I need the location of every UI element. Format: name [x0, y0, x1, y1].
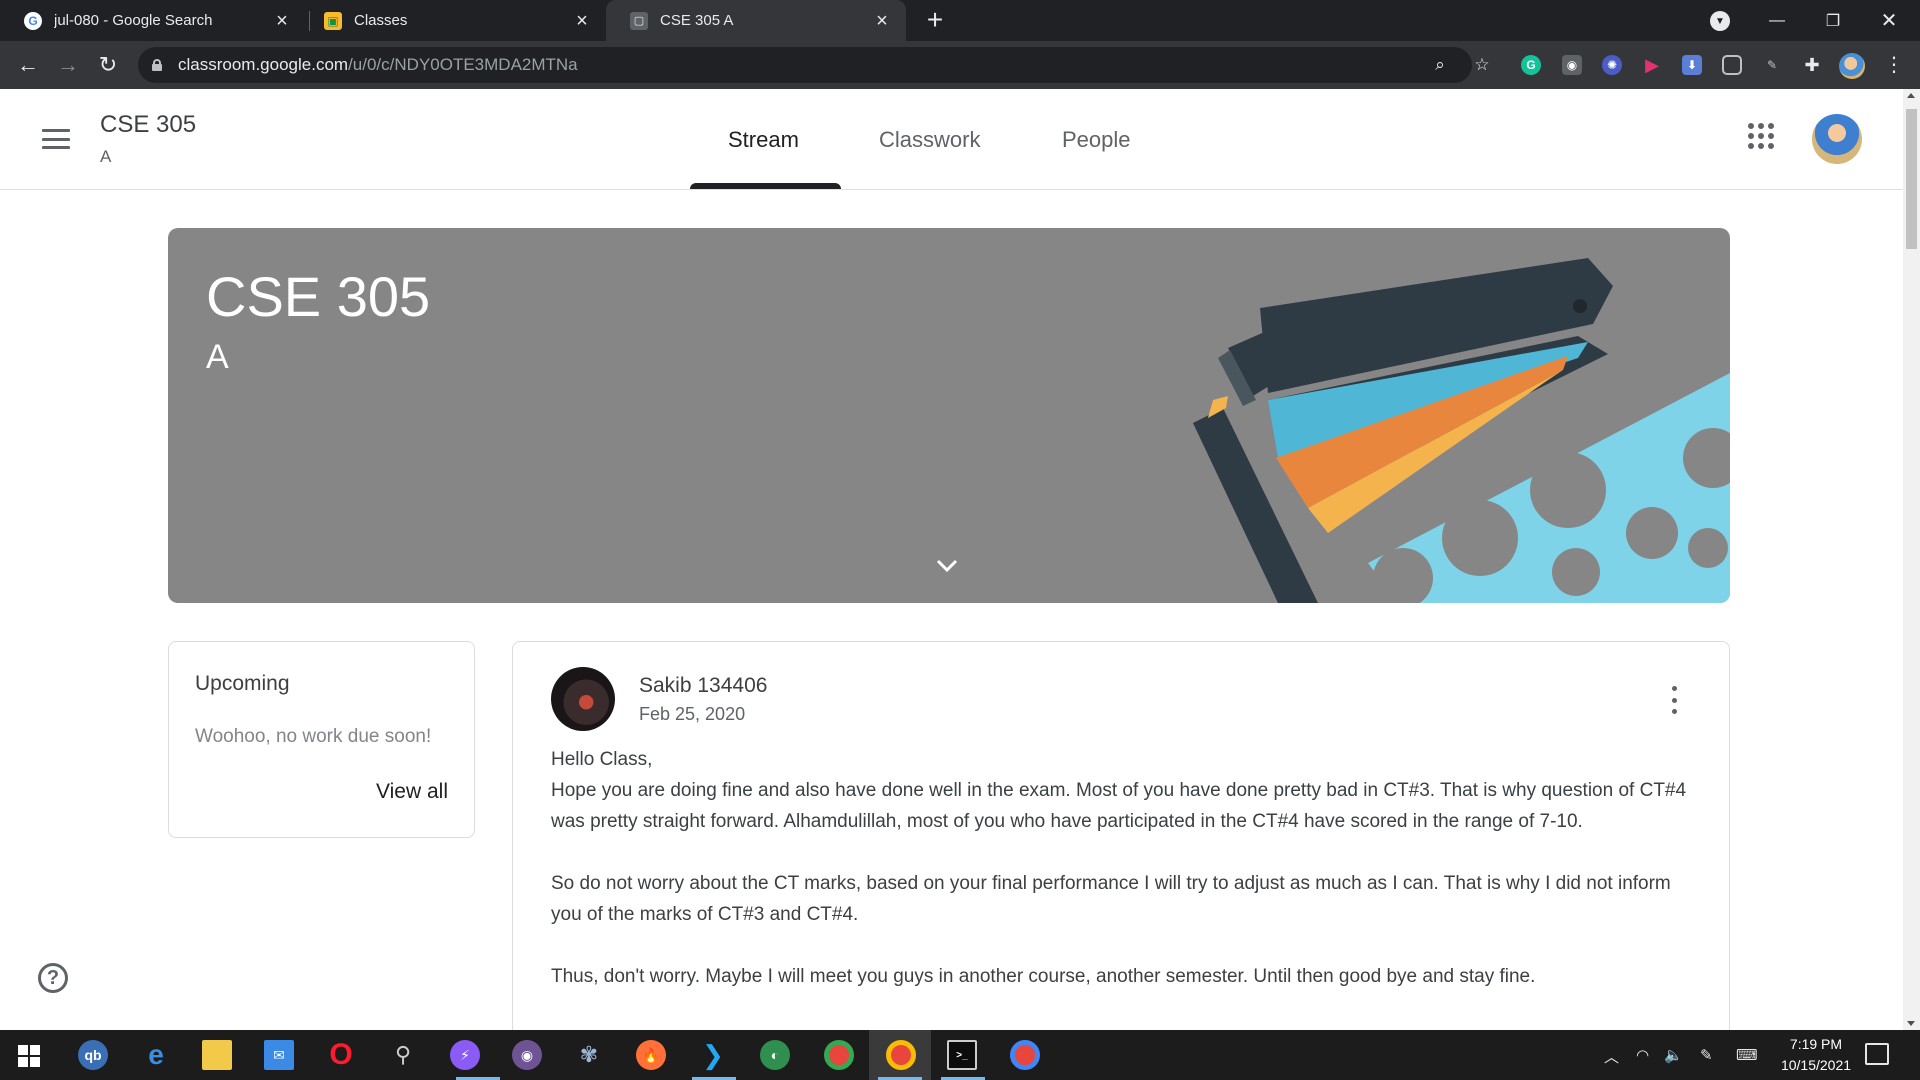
tab-stream[interactable]: Stream: [728, 127, 799, 153]
scrollbar-thumb[interactable]: [1906, 109, 1917, 249]
tab-title: Classes: [354, 12, 408, 29]
play-extension-icon[interactable]: ▶: [1642, 55, 1662, 75]
app-bar-class-name[interactable]: CSE 305: [100, 111, 196, 139]
close-icon[interactable]: ×: [272, 11, 292, 31]
browser-menu-icon[interactable]: ⋮: [1882, 53, 1906, 77]
restore-button[interactable]: ❐: [1805, 0, 1861, 41]
download-extension-icon[interactable]: ⬇: [1682, 55, 1702, 75]
qbittorrent-icon[interactable]: qb: [78, 1040, 108, 1070]
pinwheel-app-icon[interactable]: ✾: [574, 1040, 604, 1070]
system-clock[interactable]: 7:19 PM 10/15/2021: [1766, 1034, 1866, 1076]
classroom-page: CSE 305 A Stream Classwork People CSE 30…: [0, 89, 1903, 1030]
browser-tab-strip: G jul-080 - Google Search × ▣ Classes × …: [0, 0, 1920, 41]
chrome-active-icon[interactable]: [886, 1040, 916, 1070]
banner-section: A: [206, 338, 229, 376]
close-window-button[interactable]: ✕: [1861, 0, 1917, 41]
clock-date: 10/15/2021: [1780, 1057, 1852, 1073]
wifi-icon[interactable]: ◠: [1636, 1046, 1649, 1064]
url-text: classroom.google.com/u/0/c/NDY0OTE3MDA2M…: [178, 55, 578, 74]
classroom-class-icon: ▢: [630, 11, 648, 30]
banner-class-name: CSE 305: [206, 265, 431, 328]
close-icon[interactable]: ×: [572, 11, 592, 31]
upcoming-title: Upcoming: [195, 672, 290, 695]
post-paragraph: Hope you are doing fine and also have do…: [551, 780, 1687, 832]
scroll-up-icon[interactable]: [1907, 93, 1915, 98]
mail-icon[interactable]: ✉: [264, 1040, 294, 1070]
post-paragraph: Hello Class,: [551, 749, 653, 770]
classroom-app-bar: CSE 305 A Stream Classwork People: [0, 89, 1903, 190]
chrome-profile-icon[interactable]: [1010, 1040, 1040, 1070]
minimize-button[interactable]: —: [1749, 0, 1805, 41]
lock-icon: [152, 59, 162, 71]
upcoming-empty-message: Woohoo, no work due soon!: [195, 726, 432, 747]
tab-title: CSE 305 A: [660, 12, 734, 29]
main-menu-icon[interactable]: [40, 125, 72, 153]
keyboard-icon[interactable]: ⌨: [1736, 1046, 1758, 1064]
post-author: Sakib 134406: [639, 674, 768, 697]
reload-button[interactable]: ↻: [92, 49, 124, 81]
tab-classwork[interactable]: Classwork: [879, 127, 980, 153]
bookmark-star-icon[interactable]: ☆: [1472, 55, 1492, 75]
address-bar[interactable]: classroom.google.com/u/0/c/NDY0OTE3MDA2M…: [138, 47, 1490, 83]
account-avatar[interactable]: [1812, 114, 1862, 164]
windows-start-icon[interactable]: [18, 1045, 40, 1067]
tray-chevron-up-icon[interactable]: ︿: [1604, 1046, 1619, 1067]
help-icon[interactable]: ?: [38, 963, 68, 993]
chevron-down-icon[interactable]: [936, 554, 958, 576]
firefox-icon[interactable]: 🔥: [636, 1040, 666, 1070]
post-paragraph: Thus, don't worry. Maybe I will meet you…: [551, 966, 1536, 987]
google-icon: G: [24, 11, 42, 30]
new-tab-button[interactable]: +: [920, 6, 950, 36]
more-options-icon[interactable]: [1670, 686, 1678, 714]
active-tab-indicator: [690, 183, 841, 189]
browser-tab-classes[interactable]: ▣ Classes ×: [300, 0, 606, 41]
google-apps-icon[interactable]: [1748, 123, 1774, 149]
browser-profile-avatar[interactable]: [1839, 53, 1865, 79]
class-banner: CSE 305 A: [168, 228, 1730, 603]
extension-icon[interactable]: ✺: [1602, 55, 1622, 75]
back-button[interactable]: ←: [12, 49, 44, 81]
browser-toolbar: ← → ↻ classroom.google.com/u/0/c/NDY0OTE…: [0, 41, 1920, 89]
app-bar-section: A: [100, 147, 112, 166]
zoom-icon[interactable]: ⌕: [1430, 55, 1450, 75]
grammarly-extension-icon[interactable]: G: [1521, 55, 1541, 75]
classroom-icon: ▣: [324, 11, 342, 30]
camera-extension-icon[interactable]: ◉: [1562, 55, 1582, 75]
browser-tab-google-search[interactable]: G jul-080 - Google Search ×: [0, 0, 306, 41]
satellite-app-icon[interactable]: ⚲: [388, 1040, 418, 1070]
chrome-icon[interactable]: [824, 1040, 854, 1070]
extension-icon[interactable]: [1722, 55, 1742, 75]
post-body: Hello Class, Hope you are doing fine and…: [551, 744, 1701, 992]
author-avatar: [551, 667, 615, 731]
globe-app-icon[interactable]: ◐: [760, 1040, 790, 1070]
view-all-link[interactable]: View all: [376, 780, 448, 804]
browser-tab-cse305[interactable]: ▢ CSE 305 A ×: [606, 0, 906, 41]
post-paragraph: So do not worry about the CT marks, base…: [551, 873, 1671, 925]
terminal-icon[interactable]: >_: [947, 1040, 977, 1070]
announcement-post: Sakib 134406 Feb 25, 2020 Hello Class, H…: [512, 641, 1730, 1030]
close-icon[interactable]: ×: [872, 11, 892, 31]
forward-button[interactable]: →: [52, 49, 84, 81]
volume-icon[interactable]: 🔈: [1664, 1046, 1683, 1064]
tab-title: jul-080 - Google Search: [54, 12, 213, 29]
tab-people[interactable]: People: [1062, 127, 1131, 153]
post-date[interactable]: Feb 25, 2020: [639, 704, 745, 725]
edge-icon[interactable]: e: [141, 1039, 171, 1070]
upcoming-card: Upcoming Woohoo, no work due soon! View …: [168, 641, 475, 838]
notification-icon[interactable]: [1865, 1043, 1889, 1065]
page-scrollbar[interactable]: [1903, 89, 1920, 1030]
scroll-down-icon[interactable]: [1907, 1021, 1915, 1026]
tab-search-icon[interactable]: ▼: [1710, 11, 1730, 31]
clock-time: 7:19 PM: [1789, 1036, 1843, 1052]
github-icon[interactable]: ◉: [512, 1040, 542, 1070]
vscode-icon[interactable]: ❯: [698, 1040, 728, 1070]
pen-extension-icon[interactable]: ✎: [1762, 55, 1782, 75]
extensions-puzzle-icon[interactable]: ✚: [1802, 55, 1822, 75]
pen-icon[interactable]: ✎: [1700, 1046, 1713, 1064]
windows-taskbar: qb e ✉ O ⚲ ⚡ ◉ ✾ 🔥 ❯ ◐ >_ ︿ ◠ 🔈 ✎ ⌨ 7:19…: [0, 1030, 1920, 1080]
messenger-icon[interactable]: ⚡: [450, 1040, 480, 1070]
opera-icon[interactable]: O: [326, 1038, 356, 1071]
file-explorer-icon[interactable]: [202, 1040, 232, 1070]
